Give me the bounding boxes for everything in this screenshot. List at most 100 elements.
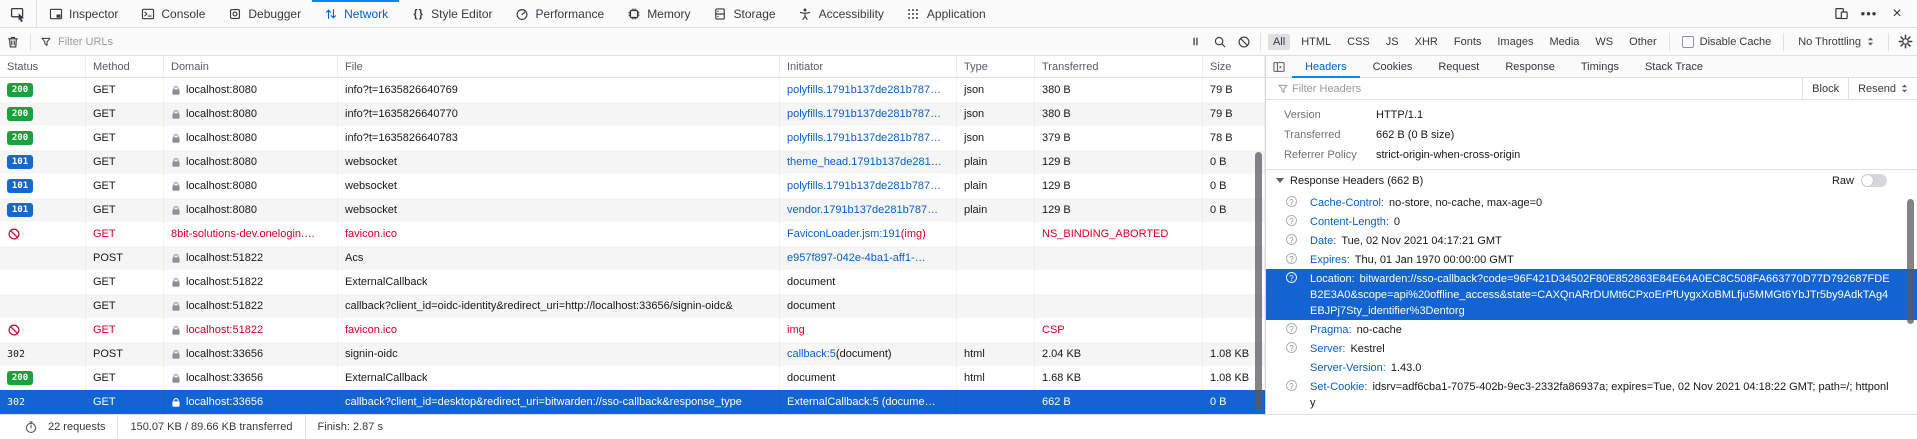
pause-recording-icon[interactable] bbox=[1184, 31, 1208, 53]
response-header-row[interactable]: ? Content-Length0 bbox=[1266, 212, 1917, 231]
response-headers-section-header[interactable]: Response Headers (662 B) Raw bbox=[1266, 169, 1917, 191]
tab-network[interactable]: Network bbox=[312, 0, 399, 27]
initiator-link[interactable]: polyfills.1791b137de281b787… bbox=[787, 180, 941, 192]
initiator-link[interactable]: callback:5 bbox=[787, 348, 836, 360]
search-icon[interactable] bbox=[1208, 31, 1232, 53]
initiator-cell: theme_head.1791b137de281… bbox=[780, 150, 957, 174]
request-row[interactable]: 302 POST localhost:33656 signin-oidc cal… bbox=[0, 342, 1265, 366]
performance-analysis-icon[interactable] bbox=[22, 418, 40, 436]
filter-css[interactable]: CSS bbox=[1342, 34, 1375, 50]
column-header-transferred[interactable]: Transferred bbox=[1035, 56, 1203, 77]
filter-js[interactable]: JS bbox=[1381, 34, 1404, 50]
tab-debugger[interactable]: Debugger bbox=[216, 0, 312, 27]
table-scrollbar-thumb[interactable] bbox=[1255, 152, 1262, 410]
response-header-row[interactable]: ? DateTue, 02 Nov 2021 04:17:21 GMT bbox=[1266, 231, 1917, 250]
column-header-status[interactable]: Status bbox=[0, 56, 86, 77]
response-header-row[interactable]: ? Set-Cookieidsrv=adf6cba1-7075-402b-9ec… bbox=[1266, 377, 1917, 412]
details-tab-request[interactable]: Request bbox=[1425, 56, 1492, 77]
filter-other[interactable]: Other bbox=[1624, 34, 1662, 50]
response-header-row[interactable]: ? Server-Version1.43.0 bbox=[1266, 358, 1917, 377]
resend-button[interactable]: Resend bbox=[1848, 78, 1917, 99]
help-icon[interactable]: ? bbox=[1286, 342, 1297, 353]
initiator-link[interactable]: e957f897-042e-4ba1-aff1-… bbox=[787, 252, 926, 264]
filter-xhr[interactable]: XHR bbox=[1410, 34, 1443, 50]
initiator-link[interactable]: polyfills.1791b137de281b787… bbox=[787, 108, 941, 120]
filter-urls-input[interactable] bbox=[58, 36, 218, 48]
block-button[interactable]: Block bbox=[1802, 78, 1848, 99]
responsive-mode-icon[interactable] bbox=[1829, 2, 1853, 26]
request-row[interactable]: GET localhost:51822 ExternalCallback doc… bbox=[0, 270, 1265, 294]
help-icon[interactable]: ? bbox=[1286, 380, 1297, 391]
details-tab-headers[interactable]: Headers bbox=[1292, 56, 1360, 77]
filter-html[interactable]: HTML bbox=[1296, 34, 1336, 50]
column-header-domain[interactable]: Domain bbox=[164, 56, 338, 77]
pick-element-icon[interactable] bbox=[8, 4, 28, 24]
request-row[interactable]: GET 8bit-solutions-dev.onelogin.… favico… bbox=[0, 222, 1265, 246]
help-icon[interactable]: ? bbox=[1286, 234, 1297, 245]
network-status-bar: 22 requests 150.07 KB / 89.66 KB transfe… bbox=[0, 414, 1917, 439]
response-header-row[interactable]: ? Pragmano-cache bbox=[1266, 320, 1917, 339]
tab-storage[interactable]: Storage bbox=[702, 0, 787, 27]
filter-fonts[interactable]: Fonts bbox=[1449, 34, 1487, 50]
request-blocking-icon[interactable] bbox=[1232, 31, 1256, 53]
raw-toggle[interactable] bbox=[1861, 174, 1887, 187]
help-icon[interactable]: ? bbox=[1286, 215, 1297, 226]
clear-requests-icon[interactable] bbox=[0, 31, 26, 53]
column-header-initiator[interactable]: Initiator bbox=[780, 56, 957, 77]
request-row[interactable]: 200 GET localhost:8080 info?t=1635826640… bbox=[0, 78, 1265, 102]
tab-inspector[interactable]: Inspector bbox=[37, 0, 129, 27]
details-tab-stack-trace[interactable]: Stack Trace bbox=[1632, 56, 1716, 77]
details-tab-response[interactable]: Response bbox=[1492, 56, 1568, 77]
panel-scrollbar-thumb[interactable] bbox=[1907, 199, 1914, 324]
response-header-row[interactable]: ? Cache-Controlno-store, no-cache, max-a… bbox=[1266, 193, 1917, 212]
file-cell: favicon.ico bbox=[338, 318, 780, 342]
response-header-row[interactable]: ? X-Rate-Limit-Limit1m bbox=[1266, 412, 1917, 414]
request-row[interactable]: 200 GET localhost:8080 info?t=1635826640… bbox=[0, 102, 1265, 126]
help-icon[interactable]: ? bbox=[1286, 253, 1297, 264]
details-tab-cookies[interactable]: Cookies bbox=[1360, 56, 1426, 77]
help-icon[interactable]: ? bbox=[1286, 272, 1297, 283]
initiator-link[interactable]: theme_head.1791b137de281… bbox=[787, 156, 942, 168]
request-row[interactable]: 101 GET localhost:8080 websocket polyfil… bbox=[0, 174, 1265, 198]
help-icon[interactable]: ? bbox=[1286, 323, 1297, 334]
initiator-link[interactable]: FaviconLoader.jsm:191 bbox=[787, 228, 901, 240]
initiator-link[interactable]: polyfills.1791b137de281b787… bbox=[787, 132, 941, 144]
tab-application[interactable]: Application bbox=[895, 0, 997, 27]
filter-media[interactable]: Media bbox=[1544, 34, 1584, 50]
response-header-row[interactable]: ? Locationbitwarden://sso-callback?code=… bbox=[1266, 269, 1917, 320]
filter-ws[interactable]: WS bbox=[1590, 34, 1618, 50]
help-icon[interactable]: ? bbox=[1286, 196, 1297, 207]
menu-icon[interactable]: ••• bbox=[1857, 2, 1881, 26]
column-header-file[interactable]: File bbox=[338, 56, 780, 77]
request-row[interactable]: POST localhost:51822 Acs e957f897-042e-4… bbox=[0, 246, 1265, 270]
disable-cache-toggle[interactable]: Disable Cache bbox=[1674, 36, 1780, 48]
column-header-type[interactable]: Type bbox=[957, 56, 1035, 77]
filter-headers-input[interactable] bbox=[1292, 83, 1532, 95]
request-row[interactable]: 302 GET localhost:33656 callback?client_… bbox=[0, 390, 1265, 414]
response-header-row[interactable]: ? ServerKestrel bbox=[1266, 339, 1917, 358]
filter-images[interactable]: Images bbox=[1492, 34, 1538, 50]
column-header-size[interactable]: Size bbox=[1203, 56, 1265, 77]
tab-console[interactable]: Console bbox=[129, 0, 216, 27]
initiator-link[interactable]: vendor.1791b137de281b787… bbox=[787, 204, 938, 216]
details-tab-timings[interactable]: Timings bbox=[1568, 56, 1632, 77]
request-row[interactable]: 101 GET localhost:8080 websocket vendor.… bbox=[0, 198, 1265, 222]
response-header-row[interactable]: ? ExpiresThu, 01 Jan 1970 00:00:00 GMT bbox=[1266, 250, 1917, 269]
request-row[interactable]: GET localhost:51822 favicon.ico img CSP bbox=[0, 318, 1265, 342]
column-header-method[interactable]: Method bbox=[86, 56, 164, 77]
disable-cache-checkbox[interactable] bbox=[1682, 36, 1694, 48]
tab-accessibility[interactable]: Accessibility bbox=[787, 0, 895, 27]
close-icon[interactable]: × bbox=[1885, 2, 1909, 26]
request-row[interactable]: 200 GET localhost:8080 info?t=1635826640… bbox=[0, 126, 1265, 150]
collapse-panel-icon[interactable] bbox=[1266, 56, 1292, 77]
throttling-select[interactable]: No Throttling bbox=[1788, 36, 1884, 48]
tab-performance[interactable]: Performance bbox=[503, 0, 615, 27]
request-row[interactable]: 101 GET localhost:8080 websocket theme_h… bbox=[0, 150, 1265, 174]
request-row[interactable]: 200 GET localhost:33656 ExternalCallback… bbox=[0, 366, 1265, 390]
request-row[interactable]: GET localhost:51822 callback?client_id=o… bbox=[0, 294, 1265, 318]
initiator-link[interactable]: polyfills.1791b137de281b787… bbox=[787, 84, 941, 96]
tab-styleeditor[interactable]: { } Style Editor bbox=[399, 0, 503, 27]
tab-memory[interactable]: Memory bbox=[615, 0, 701, 27]
filter-all[interactable]: All bbox=[1268, 34, 1290, 50]
gear-icon[interactable] bbox=[1893, 31, 1917, 53]
